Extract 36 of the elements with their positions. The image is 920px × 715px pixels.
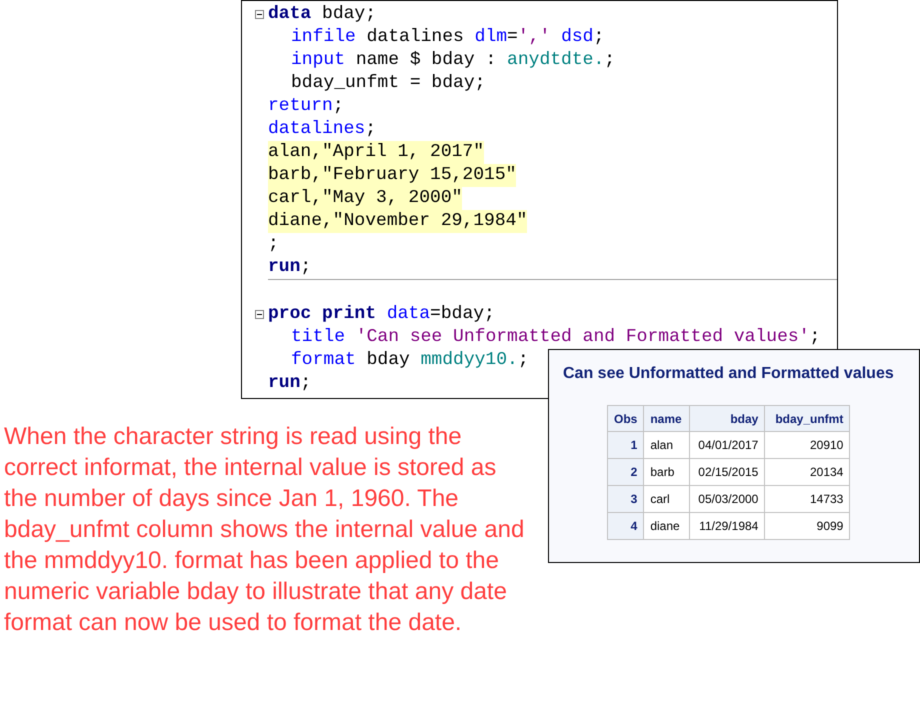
- code-line: format bday mmddyy10.;: [291, 349, 529, 372]
- code-line: ;: [268, 233, 279, 256]
- table-cell: 20134: [764, 458, 850, 486]
- code-line: infile datalines dlm=',' dsd;: [291, 26, 604, 49]
- column-header: Obs: [608, 406, 644, 432]
- explanation-text: When the character string is read using the correct informat, the internal value is stored as the number of days since Jan 1, 1960. The bday_unfmt column shows the internal value and the mmddyy10. format has been applied to the numeric variable bday to illustrate that any date format can now be used to format the date.: [4, 422, 526, 638]
- collapse-icon[interactable]: [255, 310, 264, 319]
- code-line: title 'Can see Unformatted and Formatted values';: [291, 326, 820, 349]
- code-line: datalines;: [268, 118, 376, 141]
- table-cell: carl: [644, 486, 690, 512]
- table-cell: alan: [644, 432, 690, 458]
- table-cell: 02/15/2015: [690, 458, 765, 486]
- row-header: 3: [608, 486, 644, 512]
- row-header: 4: [608, 512, 644, 540]
- table-cell: 9099: [764, 512, 850, 540]
- table-cell: 11/29/1984: [690, 512, 765, 540]
- table-cell: 04/01/2017: [690, 432, 765, 458]
- code-line: return;: [268, 95, 344, 118]
- table-cell: 05/03/2000: [690, 486, 765, 512]
- output-title: Can see Unformatted and Formatted values: [563, 364, 895, 384]
- code-line: run;: [268, 372, 312, 395]
- column-header: bday: [690, 406, 765, 432]
- row-header: 2: [608, 458, 644, 486]
- table-cell: diane: [644, 512, 690, 540]
- collapse-icon[interactable]: [255, 10, 264, 19]
- column-header: name: [644, 406, 690, 432]
- table-cell: barb: [644, 458, 690, 486]
- code-line: input name $ bday : anydtdte.;: [291, 49, 616, 72]
- row-header: 1: [608, 432, 644, 458]
- code-line: proc print data=bday;: [268, 303, 495, 326]
- table-cell: 14733: [764, 486, 850, 512]
- code-line: bday_unfmt = bday;: [291, 72, 486, 95]
- column-header: bday_unfmt: [764, 406, 850, 432]
- code-line: data bday;: [268, 3, 376, 26]
- code-line: run;: [268, 256, 312, 279]
- table-cell: 20910: [764, 432, 850, 458]
